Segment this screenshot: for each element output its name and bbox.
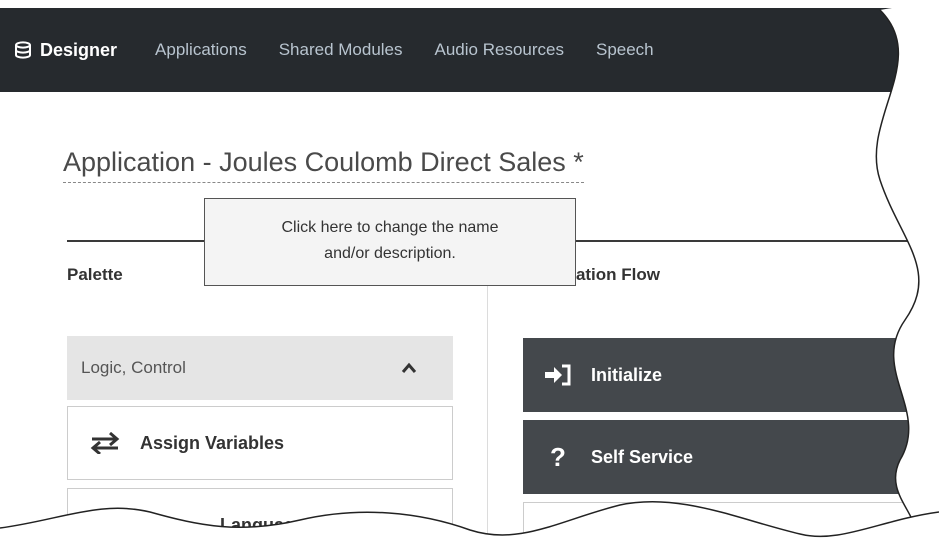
swap-arrows-icon	[90, 432, 120, 454]
designer-brand[interactable]: Designer	[14, 40, 117, 61]
brand-label: Designer	[40, 39, 118, 60]
palette-item-label: Language	[220, 514, 306, 535]
nav-shared-modules[interactable]: Shared Modules	[279, 40, 403, 60]
tooltip-line-1: Click here to change the name	[281, 219, 499, 236]
palette-heading: Palette	[67, 265, 123, 284]
flow-block-label: Initialize	[591, 364, 663, 385]
palette-category-logic-control[interactable]: Logic, Control	[67, 336, 453, 400]
palette-item-label: Assign Variables	[140, 432, 285, 453]
nav-audio-resources[interactable]: Audio Resources	[435, 40, 564, 60]
flow-block-self-service[interactable]: ? Self Service	[523, 420, 939, 494]
flow-block-label: ency check	[618, 528, 716, 549]
rename-tooltip: Click here to change the name and/or des…	[204, 198, 576, 286]
category-label: Logic, Control	[81, 358, 186, 377]
sign-in-icon	[545, 364, 571, 386]
database-icon	[15, 41, 31, 59]
flow-block-initialize[interactable]: Initialize	[523, 338, 939, 412]
palette-item-assign-variables[interactable]: Assign Variables	[67, 406, 453, 480]
flow-block-emergency-check[interactable]: ency check	[523, 502, 939, 556]
application-title[interactable]: Application - Joules Coulomb Direct Sale…	[63, 147, 584, 183]
chevron-up-icon	[401, 362, 417, 373]
top-navigation-bar: Designer Applications Shared Modules Aud…	[0, 8, 939, 92]
column-divider	[487, 242, 488, 556]
question-icon: ?	[550, 441, 566, 472]
flow-block-label: Self Service	[591, 446, 694, 467]
designer-page: Designer Applications Shared Modules Aud…	[0, 0, 939, 556]
nav-speech[interactable]: Speech	[596, 40, 654, 60]
tooltip-line-2: and/or description.	[324, 245, 456, 262]
nav-applications[interactable]: Applications	[155, 40, 247, 60]
palette-item-language[interactable]: Language	[67, 488, 453, 556]
